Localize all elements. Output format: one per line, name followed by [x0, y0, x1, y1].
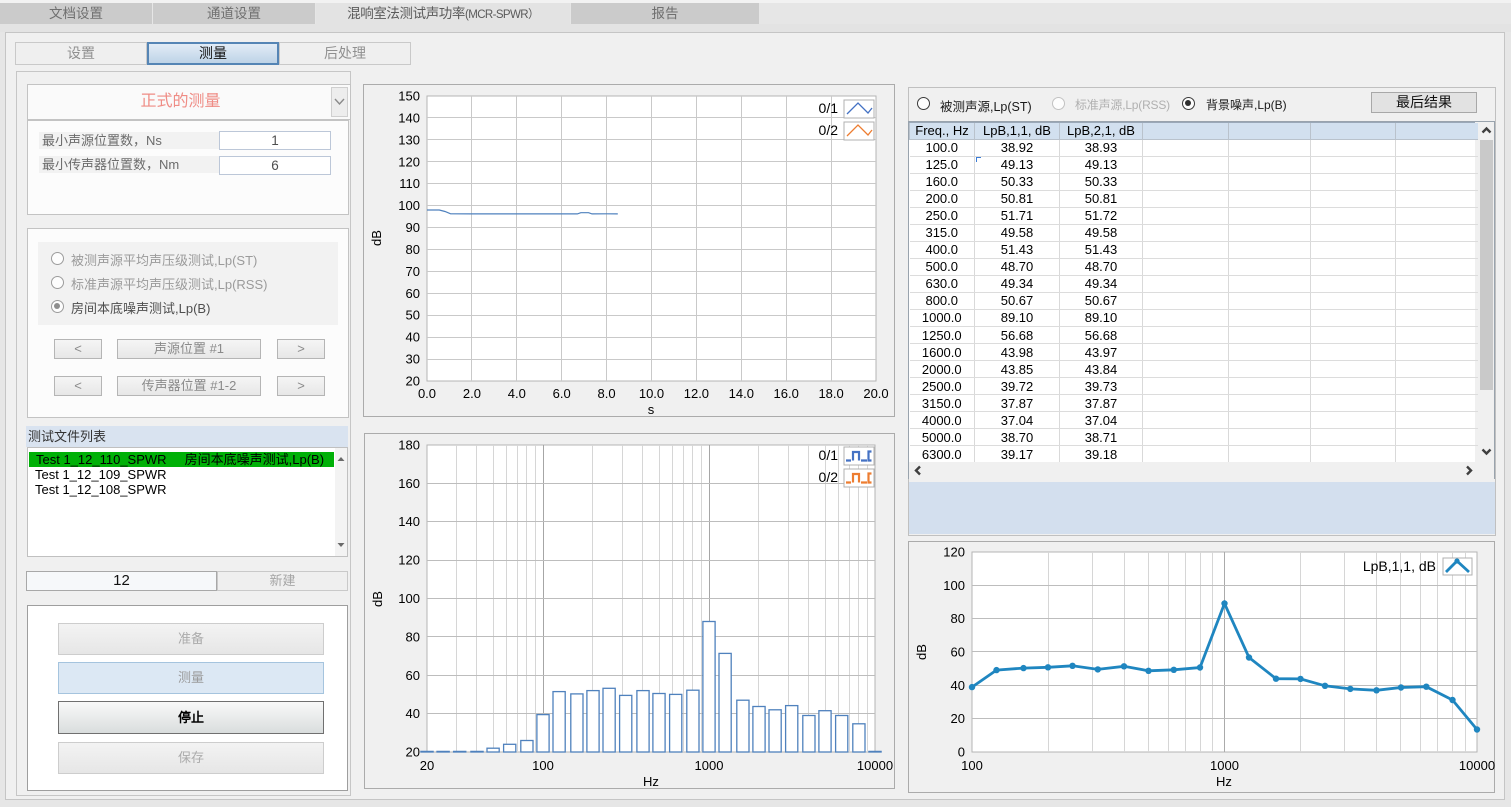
- svg-text:110: 110: [399, 176, 420, 191]
- svg-text:100: 100: [398, 591, 420, 606]
- svg-text:100: 100: [532, 758, 554, 773]
- svg-text:30: 30: [406, 352, 420, 367]
- svg-text:60: 60: [406, 668, 420, 683]
- svg-text:100: 100: [943, 578, 965, 593]
- svg-text:dB: dB: [369, 230, 384, 246]
- svg-text:14.0: 14.0: [729, 386, 754, 401]
- svg-text:0/1: 0/1: [819, 447, 839, 463]
- svg-text:s: s: [648, 402, 655, 417]
- svg-text:160: 160: [398, 476, 420, 491]
- svg-text:Hz: Hz: [643, 774, 659, 789]
- svg-text:2.0: 2.0: [463, 386, 481, 401]
- svg-text:120: 120: [398, 154, 420, 169]
- svg-text:60: 60: [406, 286, 420, 301]
- svg-text:140: 140: [398, 514, 420, 529]
- svg-text:20: 20: [951, 711, 965, 726]
- svg-text:80: 80: [951, 611, 965, 626]
- svg-text:150: 150: [398, 89, 420, 104]
- svg-text:10000: 10000: [857, 758, 893, 773]
- svg-text:0/2: 0/2: [819, 122, 839, 138]
- svg-text:Hz: Hz: [1216, 774, 1232, 789]
- svg-text:120: 120: [398, 553, 420, 568]
- svg-text:70: 70: [406, 264, 420, 279]
- svg-text:140: 140: [398, 110, 420, 125]
- svg-text:100: 100: [398, 198, 420, 213]
- svg-text:40: 40: [406, 706, 420, 721]
- svg-text:16.0: 16.0: [774, 386, 799, 401]
- svg-text:40: 40: [951, 678, 965, 693]
- svg-text:0/1: 0/1: [819, 100, 839, 116]
- svg-text:180: 180: [398, 438, 420, 453]
- svg-text:50: 50: [406, 308, 420, 323]
- svg-text:1000: 1000: [695, 758, 724, 773]
- svg-text:0/2: 0/2: [819, 469, 839, 485]
- svg-text:12.0: 12.0: [684, 386, 709, 401]
- svg-text:18.0: 18.0: [818, 386, 843, 401]
- svg-text:20: 20: [406, 745, 420, 760]
- svg-text:120: 120: [943, 545, 965, 560]
- svg-text:0.0: 0.0: [418, 386, 436, 401]
- svg-text:60: 60: [951, 645, 965, 660]
- svg-text:LpB,1,1, dB: LpB,1,1, dB: [1363, 558, 1436, 574]
- svg-text:10000: 10000: [1459, 758, 1495, 773]
- svg-text:90: 90: [406, 220, 420, 235]
- svg-text:80: 80: [406, 629, 420, 644]
- svg-text:80: 80: [406, 242, 420, 257]
- svg-text:10.0: 10.0: [639, 386, 664, 401]
- svg-text:100: 100: [961, 758, 983, 773]
- svg-text:6.0: 6.0: [553, 386, 571, 401]
- svg-text:20.0: 20.0: [863, 386, 888, 401]
- svg-text:4.0: 4.0: [508, 386, 526, 401]
- svg-text:dB: dB: [914, 644, 929, 660]
- svg-text:8.0: 8.0: [598, 386, 616, 401]
- svg-text:130: 130: [398, 132, 420, 147]
- svg-text:1000: 1000: [1210, 758, 1239, 773]
- svg-text:40: 40: [406, 330, 420, 345]
- svg-text:dB: dB: [370, 591, 385, 607]
- svg-text:20: 20: [420, 758, 434, 773]
